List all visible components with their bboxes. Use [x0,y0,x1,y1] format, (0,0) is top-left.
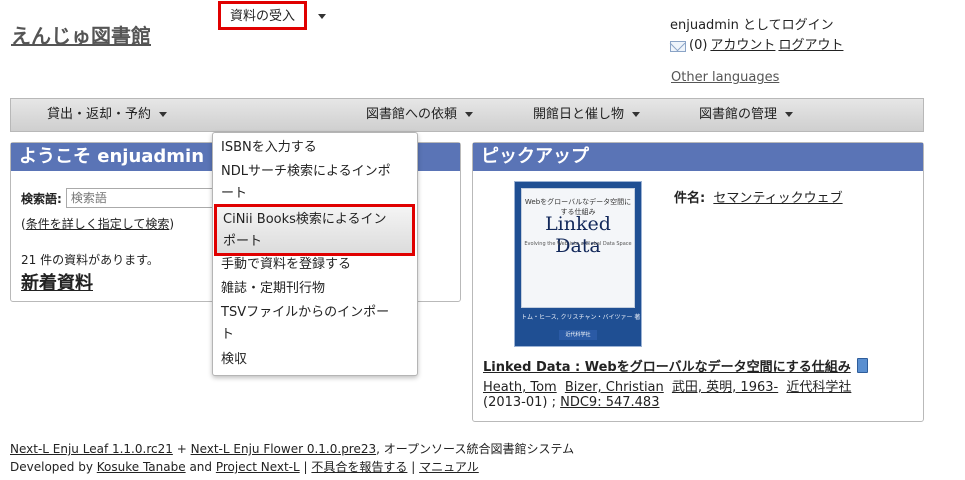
account-row: (0) アカウント ログアウト [670,36,843,56]
message-count: (0) [689,38,708,53]
caret-down-icon [159,112,168,117]
menu-item-ndl-import-line1: NDLサーチ検索によるインポ [221,164,391,179]
mail-icon[interactable] [670,40,686,52]
nav-events[interactable]: 開館日と催し物 [533,99,641,131]
menu-item-serials[interactable]: 雑誌・定期刊行物 [221,278,325,300]
author-link-footer[interactable]: Kosuke Tanabe [97,460,186,474]
footer-and: and [189,460,213,474]
authors-row: Heath, Tom Bizer, Christian 武田, 英明, 1963… [483,376,855,395]
book-cover-image[interactable]: Webをグローバルなデータ空間にする仕組み Linked Data Evolvi… [514,181,642,347]
menu-item-inspection[interactable]: 検収 [221,349,247,371]
project-link[interactable]: Project Next-L [216,460,300,474]
manual-link[interactable]: マニュアル [419,460,479,474]
nav-lending[interactable]: 貸出・返却・予約 [47,99,168,131]
footer-line1: Next-L Enju Leaf 1.1.0.rc21 + Next-L Enj… [10,440,574,458]
caret-down-icon [785,112,794,117]
cover-publisher: 近代科学社 [559,330,597,340]
advanced-search-link[interactable]: 条件を詳しく指定して検索 [26,217,170,231]
caret-down-icon [632,112,641,117]
other-languages-link[interactable]: Other languages [671,70,779,85]
advanced-search-close-paren: ) [169,217,175,231]
advanced-search: (条件を詳しく指定して検索) [21,215,174,232]
login-box: enjuadmin としてログイン (0) アカウント ログアウト [670,16,843,56]
nav-requests-label: 図書館への依頼 [366,107,458,122]
menu-item-ndl-import[interactable]: NDLサーチ検索によるインポ ート [221,161,391,205]
footer-line2: Developed by Kosuke Tanabe and Project N… [10,458,574,476]
book-icon [856,358,868,373]
nav-acquisition[interactable]: 資料の受入 [218,1,307,30]
menu-item-tsv-import-line1: TSVファイルからのインポー [221,305,390,320]
ndc-link[interactable]: NDC9: 547.483 [560,395,659,410]
login-status: enjuadmin としてログイン [670,18,834,33]
nav-admin[interactable]: 図書館の管理 [699,99,794,131]
publisher-link[interactable]: 近代科学社 [786,380,851,395]
cover-title: Linked Data [545,213,611,257]
logout-link[interactable]: ログアウト [778,36,843,56]
new-items-link[interactable]: 新着資料 [21,269,93,295]
nav-requests[interactable]: 図書館への依頼 [366,99,474,131]
menu-item-tsv-import[interactable]: TSVファイルからのインポー ト [221,302,389,346]
search-input[interactable] [65,188,216,208]
account-link[interactable]: アカウント [710,36,775,56]
footer: Next-L Enju Leaf 1.1.0.rc21 + Next-L Enj… [10,440,574,476]
menu-item-isbn[interactable]: ISBNを入力する [221,137,317,159]
cover-authors: トム・ヒース, クリスチャン・バイツァー 著 [521,314,641,321]
nav-lending-label: 貸出・返却・予約 [47,107,152,122]
book-title-row: Linked Data : Webをグローバルなデータ空間にする仕組み [483,356,868,375]
footer-separator: | [303,460,308,474]
subject-link[interactable]: セマンティックウェブ [713,191,842,206]
menu-item-manual[interactable]: 手動で資料を登録する [221,254,351,276]
footer-plus: + [176,442,187,456]
search-label: 検索語: [21,191,62,206]
enju-leaf-link[interactable]: Next-L Enju Leaf 1.1.0.rc21 [10,442,173,456]
cover-english-title: Evolving the Web into a Global Data Spac… [524,241,632,247]
author-link[interactable]: Heath, Tom [483,380,557,395]
menu-item-cinii-import[interactable]: CiNii Books検索によるイン ポート [214,204,415,256]
subject-label: 件名: [674,191,706,206]
nav-acquisition-label: 資料の受入 [229,9,295,24]
caret-down-icon [465,112,474,117]
menu-item-tsv-import-line2: ト [221,327,235,342]
item-count-text: 21 件の資料があります。 [21,253,159,267]
main-navbar: 貸出・返却・予約 図書館への依頼 開館日と催し物 図書館の管理 [10,98,924,132]
menu-item-ndl-import-line2: ート [221,186,248,201]
pickup-panel: ピックアップ Webをグローバルなデータ空間にする仕組み Linked Data… [472,142,924,422]
report-bug-link[interactable]: 不具合を報告する [311,460,407,474]
author-link[interactable]: Bizer, Christian [565,380,664,395]
publication-date: (2013-01) ; [483,395,556,410]
footer-developed-by: Developed by [10,460,93,474]
nav-acquisition-caret-icon[interactable] [318,14,326,19]
nav-events-label: 開館日と催し物 [533,107,625,122]
nav-admin-label: 図書館の管理 [699,107,778,122]
subject-row: 件名: セマンティックウェブ [674,187,843,206]
cover-inner: Webをグローバルなデータ空間にする仕組み Linked Data Evolvi… [521,188,635,308]
search-row: 検索語: [21,188,216,208]
menu-item-cinii-import-line1: CiNii Books検索によるイン [223,212,387,227]
footer-separator: | [411,460,416,474]
footer-system-desc: , オープンソース統合図書館システム [376,442,575,456]
pickup-heading: ピックアップ [473,143,923,171]
enju-flower-link[interactable]: Next-L Enju Flower 0.1.0.pre23 [191,442,377,456]
author-link[interactable]: 武田, 英明, 1963- [672,380,778,395]
site-title-link[interactable]: えんじゅ図書館 [11,20,151,49]
book-title-link[interactable]: Linked Data : Webをグローバルなデータ空間にする仕組み [483,356,851,375]
menu-item-cinii-import-line2: ポート [223,234,263,249]
publication-info: (2013-01) ; NDC9: 547.483 [483,395,659,410]
